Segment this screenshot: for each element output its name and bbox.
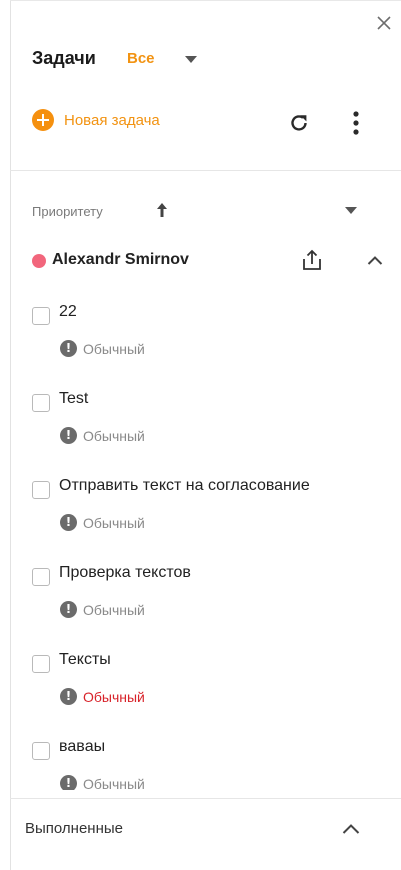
new-task-label: Новая задача bbox=[64, 111, 160, 129]
chevron-up-icon[interactable] bbox=[342, 823, 360, 834]
priority-label: Обычный bbox=[83, 515, 145, 531]
group-assignee-name: Alexandr Smirnov bbox=[52, 251, 189, 268]
priority-label: Обычный bbox=[83, 602, 145, 618]
task-item[interactable]: Тексты ! Обычный bbox=[0, 648, 401, 718]
priority-icon: ! bbox=[60, 340, 77, 357]
task-title[interactable]: 22 bbox=[59, 303, 77, 321]
priority-icon: ! bbox=[60, 601, 77, 618]
assignee-color-dot bbox=[32, 254, 46, 268]
caret-down-icon[interactable] bbox=[345, 207, 357, 214]
priority-label: Обычный bbox=[83, 776, 145, 790]
priority-label: Обычный bbox=[83, 689, 145, 705]
task-title[interactable]: Тексты bbox=[59, 651, 111, 669]
task-list[interactable]: 22 ! Обычный Test ! Обычный Отправить те… bbox=[0, 300, 401, 790]
task-checkbox[interactable] bbox=[32, 481, 50, 499]
close-icon[interactable] bbox=[375, 14, 393, 32]
task-checkbox[interactable] bbox=[32, 655, 50, 673]
task-item[interactable]: вавaы ! Обычный bbox=[0, 735, 401, 790]
completed-divider bbox=[10, 798, 401, 799]
panel-top-border bbox=[10, 0, 401, 1]
priority-label: Обычный bbox=[83, 428, 145, 444]
task-item[interactable]: Проверка текстов ! Обычный bbox=[0, 561, 401, 631]
refresh-icon[interactable] bbox=[288, 112, 310, 134]
priority-icon: ! bbox=[60, 427, 77, 444]
sort-label[interactable]: Приоритету bbox=[32, 204, 103, 219]
completed-section-label[interactable]: Выполненные bbox=[25, 820, 123, 837]
task-item[interactable]: Отправить текст на согласование ! Обычны… bbox=[0, 474, 401, 544]
caret-down-icon[interactable] bbox=[185, 56, 197, 63]
new-task-button[interactable]: Новая задача bbox=[32, 108, 160, 132]
task-checkbox[interactable] bbox=[32, 742, 50, 760]
task-item[interactable]: Test ! Обычный bbox=[0, 387, 401, 457]
chevron-up-icon[interactable] bbox=[367, 255, 383, 265]
tasks-panel: Задачи Все Новая задача Приоритету Alexa… bbox=[0, 0, 401, 870]
task-title[interactable]: Отправить текст на согласование bbox=[59, 477, 310, 495]
task-checkbox[interactable] bbox=[32, 394, 50, 412]
panel-title: Задачи bbox=[32, 48, 96, 68]
task-checkbox[interactable] bbox=[32, 307, 50, 325]
task-item[interactable]: 22 ! Обычный bbox=[0, 300, 401, 370]
plus-circle-icon bbox=[32, 109, 54, 131]
task-title[interactable]: Test bbox=[59, 390, 88, 408]
priority-icon: ! bbox=[60, 688, 77, 705]
task-title[interactable]: Проверка текстов bbox=[59, 564, 191, 582]
priority-label: Обычный bbox=[83, 341, 145, 357]
filter-dropdown[interactable]: Все bbox=[127, 50, 155, 67]
share-icon[interactable] bbox=[301, 249, 323, 271]
task-title[interactable]: вавaы bbox=[59, 738, 105, 756]
task-checkbox[interactable] bbox=[32, 568, 50, 586]
more-vertical-icon[interactable] bbox=[353, 111, 359, 135]
header-divider bbox=[10, 170, 401, 171]
priority-icon: ! bbox=[60, 514, 77, 531]
arrow-up-icon[interactable] bbox=[156, 202, 168, 218]
priority-icon: ! bbox=[60, 775, 77, 790]
